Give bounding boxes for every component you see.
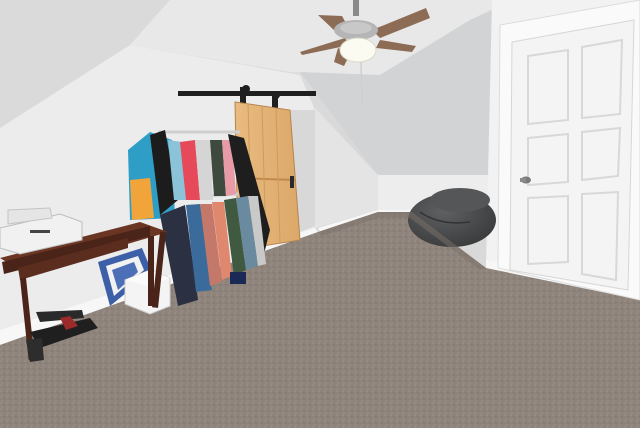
closet-door[interactable] bbox=[497, 0, 640, 301]
attic-bedroom-photo bbox=[0, 0, 640, 428]
room-illustration bbox=[0, 0, 640, 428]
